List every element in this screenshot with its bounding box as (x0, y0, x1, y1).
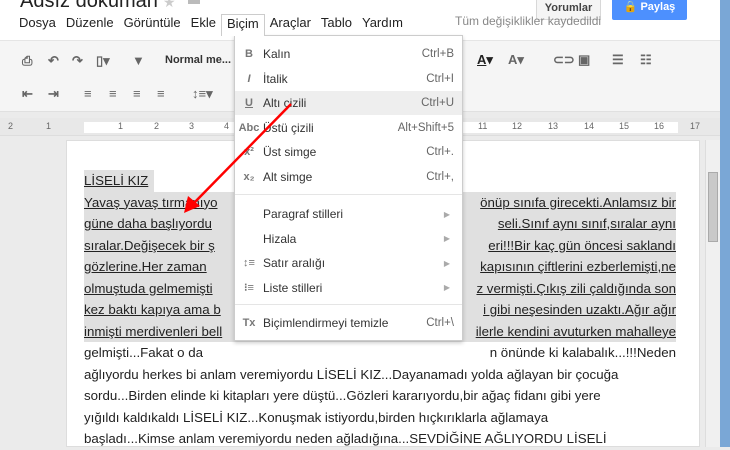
annotation-arrow (184, 103, 292, 213)
